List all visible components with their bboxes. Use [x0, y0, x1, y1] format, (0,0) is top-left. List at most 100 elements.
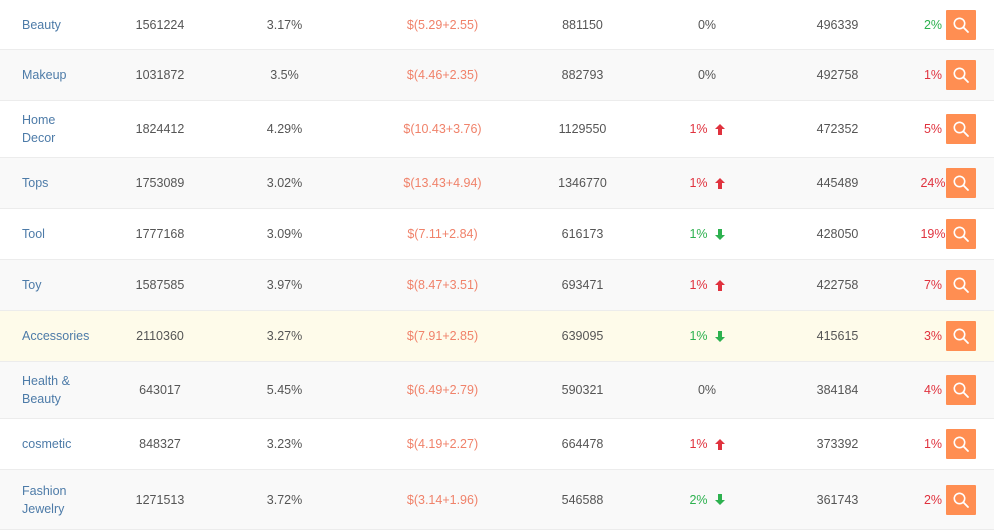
change-cell: 1%: [649, 122, 765, 136]
category-label: cosmetic: [22, 437, 72, 451]
search-button[interactable]: [946, 429, 976, 459]
search-button[interactable]: [946, 321, 976, 351]
change-text: 0%: [697, 68, 717, 82]
category-link[interactable]: Beauty: [0, 16, 120, 34]
change-text: 1%: [923, 437, 943, 451]
change-cell: 0%: [649, 18, 765, 32]
value-cell: 881150: [562, 17, 603, 32]
value-cell: 422758: [816, 278, 859, 292]
search-icon: [952, 174, 970, 192]
table-row: Fashion Jewelry 1271513 3.72% $(3.14+1.96) 5…: [0, 470, 994, 530]
change-text: 0%: [697, 17, 717, 32]
search-icon: [952, 491, 970, 509]
change-value: 2%: [689, 492, 725, 507]
price-cell: $(4.46+2.35): [406, 68, 479, 82]
arrow-down-icon: [714, 228, 725, 240]
category-label: Toy: [22, 278, 42, 292]
category-link[interactable]: Tops: [0, 174, 120, 192]
change-text: 24%: [920, 176, 946, 190]
table-row: Beauty 1561224 3.17% $(5.29+2.55) 881150 0% 49…: [0, 0, 994, 50]
change-cell: 0%: [649, 68, 765, 82]
category-link[interactable]: Health & Beauty: [0, 372, 120, 408]
arrow-up-icon: [714, 279, 725, 291]
search-button[interactable]: [946, 114, 976, 144]
value-cell: 496339: [816, 17, 859, 32]
search-icon: [952, 225, 970, 243]
category-label: Tops: [22, 176, 49, 190]
value-cell: 2110360: [136, 329, 184, 343]
rate-cell: 3.09%: [266, 227, 303, 241]
search-button[interactable]: [946, 9, 976, 40]
value-cell: 882793: [561, 68, 604, 82]
table-row: Accessories 2110360 3.27% $(7.91+2.85) 63909…: [0, 311, 994, 362]
category-link[interactable]: cosmetic: [0, 435, 120, 453]
category-label: Accessories: [22, 329, 90, 343]
search-button[interactable]: [946, 375, 976, 405]
change-text: 2%: [689, 492, 708, 507]
change-cell: 2%: [649, 493, 765, 507]
change-text: 2%: [923, 17, 943, 32]
rate-cell: 3.5%: [270, 68, 299, 82]
change-value: 1%: [689, 227, 725, 241]
rate-cell: 3.27%: [266, 329, 303, 343]
change-text: 1%: [689, 227, 708, 241]
arrow-up-icon: [714, 177, 725, 189]
change-text: 5%: [923, 122, 943, 136]
arrow-up-icon: [714, 438, 725, 450]
value-cell: 1031872: [135, 68, 185, 82]
category-link[interactable]: Makeup: [0, 66, 120, 84]
rate-cell: 3.23%: [266, 437, 303, 451]
arrow-up-icon: [714, 123, 725, 135]
change-value: 1%: [689, 122, 725, 136]
change-value: 1%: [689, 329, 725, 343]
value-cell: 1346770: [558, 176, 607, 190]
change-value: 0%: [698, 383, 716, 397]
price-cell: $(3.14+1.96): [406, 492, 479, 507]
change-text: 7%: [923, 278, 943, 292]
value-cell: 664478: [561, 437, 604, 451]
value-cell: 639095: [561, 329, 604, 343]
category-link[interactable]: Tool: [0, 225, 120, 243]
change-cell: 1%: [649, 329, 765, 343]
category-link[interactable]: Home Decor: [0, 111, 120, 147]
change-cell: 0%: [649, 383, 765, 397]
value-cell: 848327: [139, 437, 181, 451]
price-cell: $(5.29+2.55): [406, 17, 479, 32]
value-cell: 445489: [816, 176, 859, 190]
search-icon: [952, 381, 970, 399]
search-icon: [952, 120, 970, 138]
search-button[interactable]: [946, 60, 976, 90]
change-value: 1%: [689, 176, 725, 190]
change-cell: 1%: [649, 176, 765, 190]
change-value: 0%: [698, 18, 716, 32]
search-button[interactable]: [946, 484, 976, 515]
table-row: Tool 1777168 3.09% $(7.11+2.84) 616173 1% 4280…: [0, 209, 994, 260]
rate-cell: 4.29%: [266, 122, 303, 136]
change-value: 0%: [698, 68, 716, 82]
price-cell: $(10.43+3.76): [403, 122, 482, 136]
search-button[interactable]: [946, 270, 976, 300]
arrow-down-icon: [714, 330, 725, 342]
price-cell: $(6.49+2.79): [406, 383, 479, 397]
category-label: Fashion Jewelry: [22, 483, 67, 516]
change-text: 1%: [923, 68, 943, 82]
search-icon: [952, 276, 970, 294]
category-link[interactable]: Fashion Jewelry: [0, 482, 120, 518]
value-cell: 373392: [816, 437, 859, 451]
table-row: Makeup 1031872 3.5% $(4.46+2.35) 882793 0% 492…: [0, 50, 994, 101]
price-cell: $(4.19+2.27): [406, 437, 479, 451]
change-value: 1%: [689, 278, 725, 292]
change-value: 1%: [689, 437, 725, 451]
search-icon: [952, 66, 970, 84]
change-text: 4%: [923, 383, 943, 397]
category-link[interactable]: Accessories: [0, 327, 120, 345]
value-cell: 1777168: [135, 227, 185, 241]
value-cell: 428050: [816, 227, 859, 241]
rate-cell: 3.97%: [266, 278, 303, 292]
search-button[interactable]: [946, 168, 976, 198]
category-label: Makeup: [22, 68, 67, 82]
change-text: 3%: [923, 329, 943, 343]
category-link[interactable]: Toy: [0, 276, 120, 294]
table-row: Toy 1587585 3.97% $(8.47+3.51) 693471 1% 42275…: [0, 260, 994, 311]
search-button[interactable]: [946, 219, 976, 249]
